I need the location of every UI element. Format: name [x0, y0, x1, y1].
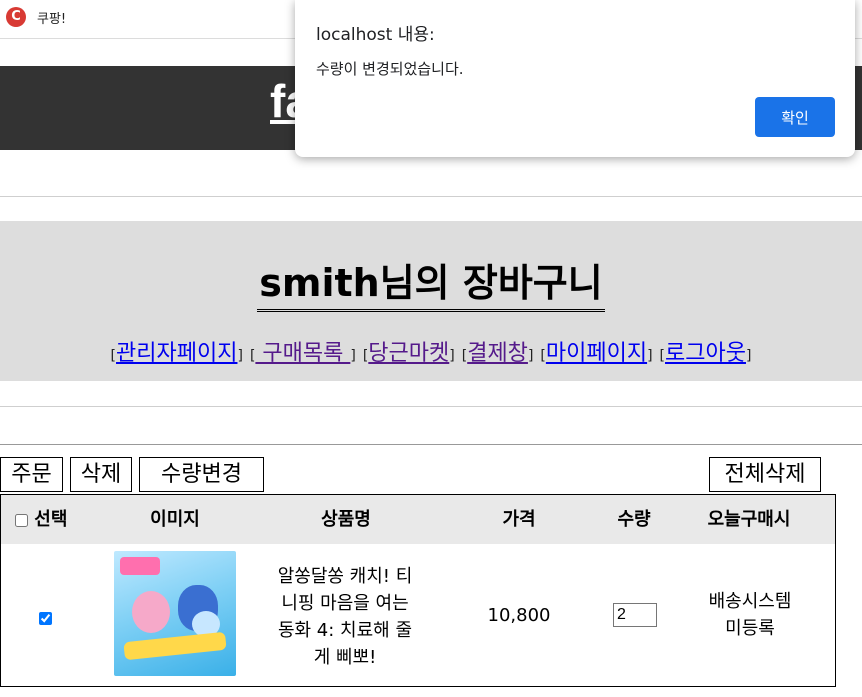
- alert-dialog: localhost 내용: 수량이 변경되었습니다. 확인: [295, 0, 855, 157]
- dialog-message: 수량이 변경되었습니다.: [316, 60, 464, 78]
- character-pink: [132, 591, 170, 633]
- nav-admin-link[interactable]: 관리자페이지: [116, 341, 237, 366]
- divider: [0, 444, 862, 445]
- header-quantity: 수량: [617, 509, 651, 530]
- product-name[interactable]: 알쏭달쏭 캐치! 티 니핑 마음을 여는 동화 4: 치료해 줄 게 삐뽀!: [259, 563, 431, 671]
- select-all-checkbox[interactable]: [15, 513, 28, 527]
- divider: [0, 196, 862, 197]
- cart-header-band: smith님의 장바구니 [관리자페이지] [ 구매목록 ] [당근마켓] [결…: [0, 221, 862, 381]
- row-select-cell: [37, 607, 53, 628]
- order-button[interactable]: 주문: [0, 457, 63, 492]
- product-image[interactable]: [114, 551, 236, 676]
- header-price: 가격: [502, 509, 536, 530]
- tab-title[interactable]: 쿠팡!: [37, 8, 66, 27]
- cart-table: 선택 이미지 상품명 가격 수량 오늘구매시 알쏭달쏭 캐치! 티 니핑 마음을…: [0, 494, 836, 687]
- coupang-favicon-icon: C: [6, 7, 26, 27]
- dialog-ok-button[interactable]: 확인: [755, 97, 835, 137]
- dialog-origin: localhost 내용:: [316, 25, 435, 45]
- cart-title-text: smith님의 장바구니: [257, 262, 605, 312]
- change-quantity-button[interactable]: 수량변경: [139, 457, 264, 492]
- header-product-name: 상품명: [321, 509, 371, 530]
- quantity-cell: [610, 603, 660, 627]
- header-today-purchase: 오늘구매시: [707, 509, 791, 530]
- page-title: smith님의 장바구니: [0, 261, 862, 312]
- today-purchase-info: 배송시스템 미등록: [708, 591, 792, 639]
- nav-mypage-link[interactable]: 마이페이지: [546, 341, 647, 366]
- nav-purchases-link[interactable]: 구매목록: [255, 341, 350, 366]
- row-select-checkbox[interactable]: [38, 611, 52, 625]
- product-price: 10,800: [487, 605, 551, 626]
- header-select: 선택: [15, 495, 85, 544]
- table-header-row: 선택 이미지 상품명 가격 수량 오늘구매시: [1, 495, 835, 544]
- nav-carrot-market-link[interactable]: 당근마켓: [368, 341, 449, 366]
- delete-button[interactable]: 삭제: [70, 457, 132, 492]
- nav-links: [관리자페이지] [ 구매목록 ] [당근마켓] [결제창] [마이페이지] […: [110, 341, 752, 366]
- quantity-input[interactable]: [613, 603, 657, 627]
- nav-logout-link[interactable]: 로그아웃: [665, 341, 746, 366]
- nav-checkout-link[interactable]: 결제창: [467, 341, 528, 366]
- delete-all-button[interactable]: 전체삭제: [709, 457, 821, 492]
- header-image: 이미지: [150, 509, 200, 530]
- divider: [0, 406, 862, 407]
